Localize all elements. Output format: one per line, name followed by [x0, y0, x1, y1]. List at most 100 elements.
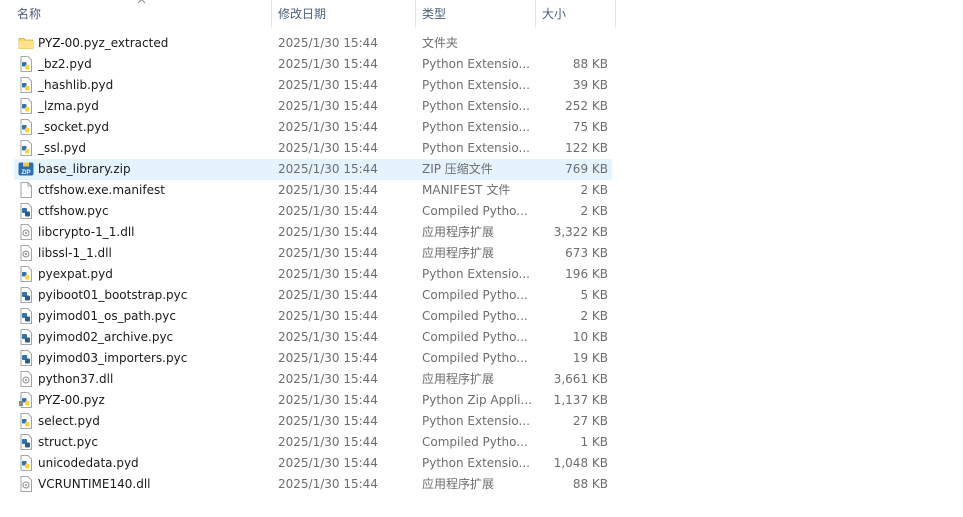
- file-row[interactable]: _ssl.pyd 2025/1/30 15:44 Python Extensio..…: [14, 138, 612, 159]
- file-name: PYZ-00.pyz: [38, 393, 105, 407]
- column-header-type-label: 类型: [422, 7, 447, 21]
- file-row[interactable]: pyimod02_archive.pyc 2025/1/30 15:44 Compi…: [14, 327, 612, 348]
- python-file-icon: [20, 119, 32, 135]
- compiled-python-icon: [20, 287, 32, 303]
- file-row[interactable]: select.pyd 2025/1/30 15:44 Python Extensio…: [14, 411, 612, 432]
- file-date: 2025/1/30 15:44: [278, 372, 378, 386]
- python-file-icon: [20, 266, 32, 282]
- file-size: 39 KB: [572, 78, 608, 92]
- file-date: 2025/1/30 15:44: [278, 246, 378, 260]
- file-size: 769 KB: [565, 162, 608, 176]
- file-size: 10 KB: [572, 330, 608, 344]
- file-date: 2025/1/30 15:44: [278, 36, 378, 50]
- file-row[interactable]: PYZ-00.pyz_extracted 2025/1/30 15:44 文件夹: [14, 33, 612, 54]
- file-row[interactable]: PYZ-00.pyz 2025/1/30 15:44 Python Zip Appl…: [14, 390, 612, 411]
- file-date: 2025/1/30 15:44: [278, 456, 378, 470]
- file-row[interactable]: pyexpat.pyd 2025/1/30 15:44 Python Extensi…: [14, 264, 612, 285]
- file-date: 2025/1/30 15:44: [278, 120, 378, 134]
- column-header-date[interactable]: 修改日期: [271, 0, 415, 28]
- file-name: PYZ-00.pyz_extracted: [38, 36, 169, 50]
- file-row[interactable]: _hashlib.pyd 2025/1/30 15:44 Python Extens…: [14, 75, 612, 96]
- python-file-icon: [20, 77, 32, 93]
- file-size: 2 KB: [580, 309, 608, 323]
- file-type: Compiled Pytho...: [422, 288, 528, 302]
- file-row[interactable]: VCRUNTIME140.dll 2025/1/30 15:44 应用程序扩展 88 …: [14, 474, 612, 495]
- file-row[interactable]: unicodedata.pyd 2025/1/30 15:44 Python Ext…: [14, 453, 612, 474]
- column-header-bar: 名称 修改日期 类型 大小: [0, 0, 963, 28]
- dll-file-icon: [20, 476, 32, 492]
- file-type: Compiled Pytho...: [422, 435, 528, 449]
- compiled-python-icon: [20, 329, 32, 345]
- file-size: 122 KB: [565, 141, 608, 155]
- svg-text:ZIP: ZIP: [21, 170, 30, 176]
- file-date: 2025/1/30 15:44: [278, 225, 378, 239]
- file-size: 1,048 KB: [553, 456, 608, 470]
- python-file-icon: [20, 140, 32, 156]
- file-name: _bz2.pyd: [38, 57, 92, 71]
- file-type: Python Extensio...: [422, 414, 530, 428]
- blank-file-icon: [20, 182, 32, 198]
- sort-ascending-icon: [137, 0, 146, 4]
- file-date: 2025/1/30 15:44: [278, 393, 378, 407]
- file-row[interactable]: libssl-1_1.dll 2025/1/30 15:44 应用程序扩展 673 K…: [14, 243, 612, 264]
- file-type: Python Extensio...: [422, 141, 530, 155]
- file-row[interactable]: struct.pyc 2025/1/30 15:44 Compiled Pytho.…: [14, 432, 612, 453]
- compiled-python-icon: [20, 308, 32, 324]
- file-name: pyexpat.pyd: [38, 267, 113, 281]
- file-row[interactable]: ctfshow.exe.manifest 2025/1/30 15:44 MANIF…: [14, 180, 612, 201]
- file-name: VCRUNTIME140.dll: [38, 477, 151, 491]
- file-type: ZIP 压缩文件: [422, 162, 493, 176]
- file-row[interactable]: libcrypto-1_1.dll 2025/1/30 15:44 应用程序扩展 3,…: [14, 222, 612, 243]
- file-size: 75 KB: [572, 120, 608, 134]
- compiled-python-icon: [20, 350, 32, 366]
- file-date: 2025/1/30 15:44: [278, 267, 378, 281]
- column-header-date-label: 修改日期: [278, 7, 327, 21]
- file-row[interactable]: pyimod03_importers.pyc 2025/1/30 15:44 Com…: [14, 348, 612, 369]
- dll-file-icon: [20, 245, 32, 261]
- file-row[interactable]: pyimod01_os_path.pyc 2025/1/30 15:44 Compi…: [14, 306, 612, 327]
- file-type: 应用程序扩展: [422, 477, 495, 491]
- python-file-icon: [20, 455, 32, 471]
- file-row[interactable]: python37.dll 2025/1/30 15:44 应用程序扩展 3,661 K…: [14, 369, 612, 390]
- file-name: base_library.zip: [38, 162, 131, 176]
- file-date: 2025/1/30 15:44: [278, 57, 378, 71]
- column-header-size-label: 大小: [542, 7, 567, 21]
- file-row[interactable]: pyiboot01_bootstrap.pyc 2025/1/30 15:44 Co…: [14, 285, 612, 306]
- file-row[interactable]: ctfshow.pyc 2025/1/30 15:44 Compiled Pytho…: [14, 201, 612, 222]
- file-row[interactable]: _bz2.pyd 2025/1/30 15:44 Python Extensio..…: [14, 54, 612, 75]
- file-size: 196 KB: [565, 267, 608, 281]
- file-type: Compiled Pytho...: [422, 204, 528, 218]
- file-size: 88 KB: [572, 57, 608, 71]
- file-row[interactable]: _lzma.pyd 2025/1/30 15:44 Python Extensio.…: [14, 96, 612, 117]
- file-size: 252 KB: [565, 99, 608, 113]
- file-size: 3,661 KB: [553, 372, 608, 386]
- file-type: 应用程序扩展: [422, 225, 495, 239]
- file-name: python37.dll: [38, 372, 114, 386]
- file-type: Compiled Pytho...: [422, 309, 528, 323]
- file-type: 应用程序扩展: [422, 246, 495, 260]
- file-size: 3,322 KB: [553, 225, 608, 239]
- file-type: Python Extensio...: [422, 456, 530, 470]
- python-file-icon: [20, 98, 32, 114]
- file-type: Python Extensio...: [422, 99, 530, 113]
- file-type: Compiled Pytho...: [422, 351, 528, 365]
- file-size: 5 KB: [580, 288, 608, 302]
- folder-icon: [18, 38, 34, 49]
- file-name: _socket.pyd: [38, 120, 109, 134]
- file-name: _ssl.pyd: [38, 141, 86, 155]
- file-name: pyimod02_archive.pyc: [38, 330, 174, 344]
- file-row[interactable]: _socket.pyd 2025/1/30 15:44 Python Extensi…: [14, 117, 612, 138]
- file-type: Python Extensio...: [422, 267, 530, 281]
- python-file-icon: [20, 56, 32, 72]
- file-date: 2025/1/30 15:44: [278, 204, 378, 218]
- file-row[interactable]: ZIP base_library.zip 2025/1/30 15:44 ZIP 压缩…: [14, 159, 612, 180]
- file-name: ctfshow.exe.manifest: [38, 183, 165, 197]
- file-size: 27 KB: [572, 414, 608, 428]
- file-date: 2025/1/30 15:44: [278, 78, 378, 92]
- column-header-type[interactable]: 类型: [415, 0, 535, 28]
- file-name: _lzma.pyd: [38, 99, 99, 113]
- file-date: 2025/1/30 15:44: [278, 351, 378, 365]
- compiled-python-icon: [20, 203, 32, 219]
- column-header-size[interactable]: 大小: [535, 0, 616, 28]
- file-name: pyiboot01_bootstrap.pyc: [38, 288, 188, 302]
